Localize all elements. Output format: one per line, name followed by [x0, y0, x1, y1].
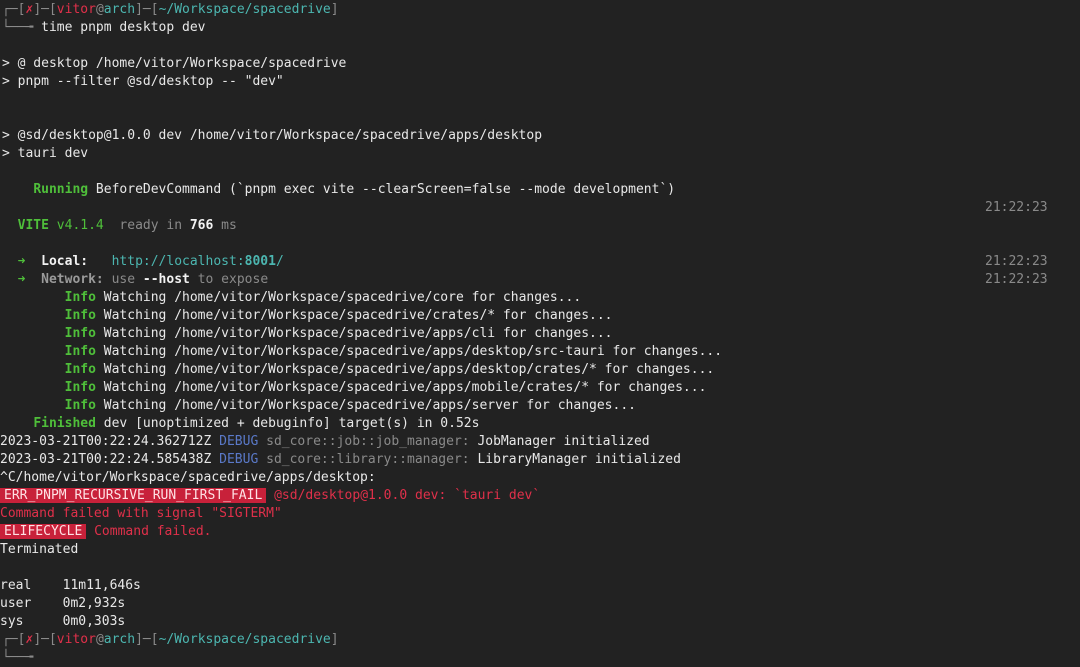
error-badge: ERR_PNPM_RECURSIVE_RUN_FIRST_FAIL [0, 488, 267, 503]
timestamp: 21:22:23 [985, 272, 1048, 287]
prompt-host: arch [103, 632, 136, 647]
prompt-at: @ [95, 2, 104, 17]
prompt-end: ] [330, 632, 339, 647]
vite-ms-value: 766 [189, 218, 214, 233]
debug-message: LibraryManager initialized [469, 452, 681, 467]
elifecycle-line: ELIFECYCLE Command failed. [0, 523, 212, 541]
watch-text: Watching /home/vitor/Workspace/spacedriv… [95, 308, 613, 323]
command-failed-line: Command failed with signal "SIGTERM" [0, 506, 282, 521]
error-line: ERR_PNPM_RECURSIVE_RUN_FIRST_FAIL @sd/de… [0, 487, 540, 505]
terminal-window[interactable]: ┌─[✗]─[vitor@arch]─[~/Workspace/spacedri… [0, 0, 1080, 667]
network-use: use [103, 272, 143, 287]
prompt-corner-bottom: └──╼ [2, 20, 34, 35]
finished-line: Finished dev [unoptimized + debuginfo] t… [2, 415, 479, 433]
watch-line: Info Watching /home/vitor/Workspace/spac… [2, 289, 582, 307]
info-label: Info [64, 362, 96, 377]
prompt-end: ] [330, 2, 339, 17]
time-real: real 11m11,646s [0, 578, 141, 593]
vite-version: v4.1.4 [48, 218, 104, 233]
debug-timestamp: 2023-03-21T00:22:24.362712Z [0, 434, 220, 449]
running-line: Running BeforeDevCommand (`pnpm exec vit… [2, 181, 675, 199]
terminated-line: Terminated [0, 542, 79, 557]
running-text: BeforeDevCommand (`pnpm exec vite --clea… [88, 182, 676, 197]
info-label: Info [64, 344, 96, 359]
debug-timestamp: 2023-03-21T00:22:24.585438Z [0, 452, 220, 467]
error-text: @sd/desktop@1.0.0 dev: `tauri dev` [266, 488, 541, 503]
watch-text: Watching /home/vitor/Workspace/spacedriv… [95, 398, 636, 413]
prompt-line-top: ┌─[✗]─[vitor@arch]─[~/Workspace/spacedri… [2, 1, 339, 19]
watch-line: Info Watching /home/vitor/Workspace/spac… [2, 397, 636, 415]
time-sys: sys 0m0,303s [0, 614, 126, 629]
watch-line: Info Watching /home/vitor/Workspace/spac… [2, 307, 613, 325]
local-label: Local: [41, 254, 89, 269]
watch-line: Info Watching /home/vitor/Workspace/spac… [2, 361, 715, 379]
watch-line: Info Watching /home/vitor/Workspace/spac… [2, 379, 707, 397]
debug-line: 2023-03-21T00:22:24.585438Z DEBUG sd_cor… [0, 451, 681, 469]
watch-text: Watching /home/vitor/Workspace/spacedriv… [95, 362, 715, 377]
debug-module: sd_core::library::manager: [258, 452, 470, 467]
elifecycle-text: Command failed. [86, 524, 212, 539]
arrow-icon: ➜ [17, 272, 26, 287]
prompt-sep2: ]─[ [135, 632, 159, 647]
network-rest: to expose [189, 272, 269, 287]
watch-text: Watching /home/vitor/Workspace/spacedriv… [95, 326, 613, 341]
watch-line: Info Watching /home/vitor/Workspace/spac… [2, 325, 613, 343]
local-url[interactable]: http://localhost:8001/ [112, 254, 284, 269]
info-label: Info [64, 308, 96, 323]
output-line: > tauri dev [2, 146, 89, 161]
prompt-corner-bottom: └──╼ [2, 650, 34, 665]
prompt-user: vitor [56, 632, 96, 647]
prompt-line-command: └──╼ time pnpm desktop dev [2, 19, 206, 37]
prompt-path: ~/Workspace/spacedrive [158, 2, 331, 17]
info-label: Info [64, 326, 96, 341]
prompt-sep2: ]─[ [135, 2, 159, 17]
running-label: Running [33, 182, 89, 197]
watch-line: Info Watching /home/vitor/Workspace/spac… [2, 343, 722, 361]
debug-module: sd_core::job::job_manager: [258, 434, 470, 449]
command-text: time pnpm desktop dev [41, 20, 206, 35]
prompt-at: @ [95, 632, 104, 647]
ctrl-c-line: ^C/home/vitor/Workspace/spacedrive/apps/… [0, 470, 376, 485]
prompt-sep: ]─[ [33, 632, 57, 647]
network-host: --host [142, 272, 190, 287]
prompt-corner-top: ┌─[ [2, 632, 26, 647]
output-line: > @sd/desktop@1.0.0 dev /home/vitor/Work… [2, 128, 543, 143]
prompt-line-top: ┌─[✗]─[vitor@arch]─[~/Workspace/spacedri… [2, 631, 339, 649]
finished-text: dev [unoptimized + debuginfo] target(s) … [95, 416, 480, 431]
arrow-icon: ➜ [17, 254, 26, 269]
vite-label: VITE [17, 218, 49, 233]
debug-line: 2023-03-21T00:22:24.362712Z DEBUG sd_cor… [0, 433, 650, 451]
vite-ms-unit: ms [213, 218, 237, 233]
time-user: user 0m2,932s [0, 596, 126, 611]
debug-label: DEBUG [219, 434, 259, 449]
info-label: Info [64, 398, 96, 413]
prompt-corner-top: ┌─[ [2, 2, 26, 17]
local-line: ➜ Local: http://localhost:8001/ [2, 253, 284, 271]
prompt-sep: ]─[ [33, 2, 57, 17]
debug-message: JobManager initialized [469, 434, 650, 449]
prompt-path: ~/Workspace/spacedrive [158, 632, 331, 647]
finished-label: Finished [33, 416, 96, 431]
vite-ready: ready in [103, 218, 190, 233]
debug-label: DEBUG [219, 452, 259, 467]
network-line: ➜ Network: use --host to expose [2, 271, 269, 289]
prompt-host: arch [103, 2, 136, 17]
elifecycle-badge: ELIFECYCLE [0, 524, 87, 539]
prompt-line-input[interactable]: └──╼ [2, 649, 33, 667]
timestamp: 21:22:23 [985, 254, 1048, 269]
output-line: > @ desktop /home/vitor/Workspace/spaced… [2, 56, 347, 71]
output-line: > pnpm --filter @sd/desktop -- "dev" [2, 74, 284, 89]
watch-text: Watching /home/vitor/Workspace/spacedriv… [95, 380, 707, 395]
timestamp: 21:22:23 [985, 200, 1048, 215]
info-label: Info [64, 380, 96, 395]
info-label: Info [64, 290, 96, 305]
watch-text: Watching /home/vitor/Workspace/spacedriv… [95, 290, 582, 305]
vite-line: VITE v4.1.4 ready in 766 ms [2, 217, 237, 235]
network-label: Network: [41, 272, 104, 287]
prompt-user: vitor [56, 2, 96, 17]
watch-text: Watching /home/vitor/Workspace/spacedriv… [95, 344, 723, 359]
